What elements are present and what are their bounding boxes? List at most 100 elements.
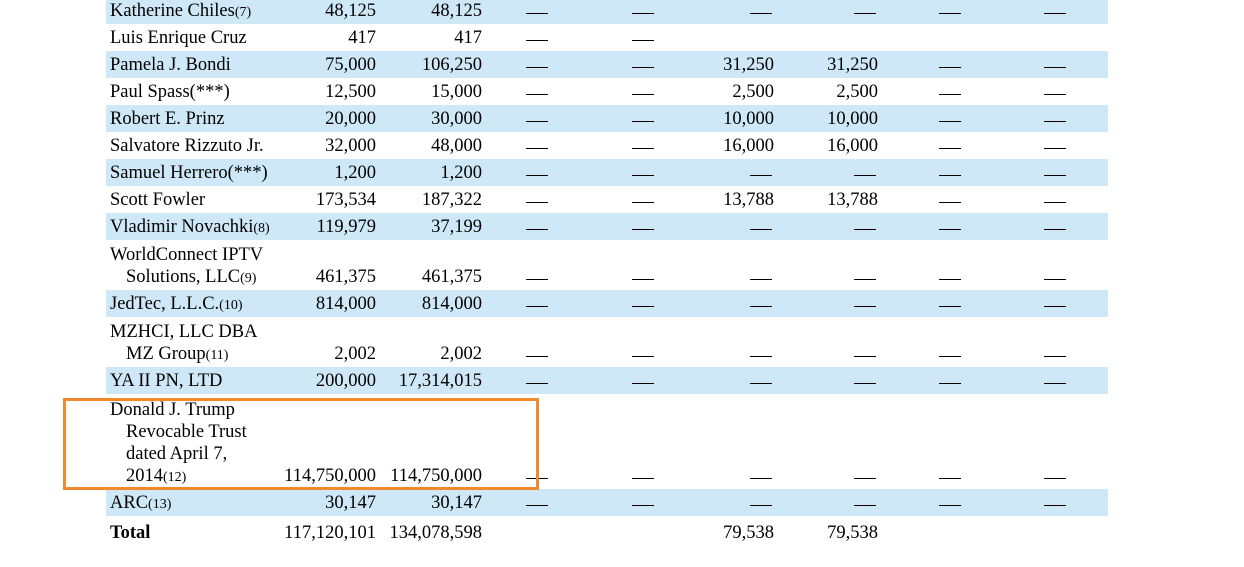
row-name-line: Donald J. Trump <box>110 400 235 420</box>
dash-mark <box>632 279 654 280</box>
dash-mark <box>632 202 654 203</box>
value-c6: 13,788 <box>827 190 878 210</box>
value-c5: 79,538 <box>723 523 774 543</box>
dash-mark <box>632 121 654 122</box>
value-c5: 10,000 <box>723 109 774 129</box>
row-name-line: Vladimir Novachki(8) <box>110 217 270 237</box>
dash-mark <box>750 356 772 357</box>
table-row: JedTec, L.L.C.(10) 814,000 814,000 <box>106 290 1108 317</box>
value-c5: 2,500 <box>732 82 774 102</box>
row-name-line: Katherine Chiles(7) <box>110 1 252 21</box>
value-c6: 10,000 <box>827 109 878 129</box>
value-c1: 48,125 <box>325 1 376 21</box>
table-row: Samuel Herrero(***) 1,200 1,200 <box>106 159 1108 186</box>
value-c6: 2,500 <box>836 82 878 102</box>
dash-mark <box>1044 279 1066 280</box>
value-c2: 1,200 <box>440 163 482 183</box>
dash-mark <box>750 478 772 479</box>
dash-mark <box>854 229 876 230</box>
dash-mark <box>1044 175 1066 176</box>
value-c2: 114,750,000 <box>390 466 482 486</box>
value-c1: 1,200 <box>334 163 376 183</box>
footnote-ref: (7) <box>234 5 252 20</box>
value-c1: 200,000 <box>315 371 376 391</box>
value-c2: 30,000 <box>431 109 482 129</box>
dash-mark <box>1044 121 1066 122</box>
row-name: Luis Enrique Cruz <box>110 27 247 49</box>
table-row: YA II PN, LTD 200,000 17,314,015 <box>106 367 1108 394</box>
row-name: Donald J. Trump Revocable Trust dated Apri… <box>110 399 247 489</box>
dash-mark <box>526 13 548 14</box>
dash-mark <box>526 383 548 384</box>
row-name-line: Solutions, LLC(9) <box>126 267 257 287</box>
value-c1: 417 <box>348 28 376 48</box>
row-name-line: Salvatore Rizzuto Jr. <box>110 136 264 156</box>
dash-mark <box>526 279 548 280</box>
dash-mark <box>939 505 961 506</box>
dash-mark <box>939 383 961 384</box>
dash-mark <box>854 383 876 384</box>
dash-mark <box>750 383 772 384</box>
dash-mark <box>1044 356 1066 357</box>
table-row: Donald J. Trump Revocable Trust dated Apri… <box>106 394 1108 489</box>
row-name-line: Samuel Herrero(***) <box>110 163 268 183</box>
value-c1: 173,534 <box>315 190 376 210</box>
row-name-line: Total <box>110 523 151 543</box>
table-row: WorldConnect IPTV Solutions, LLC(9) 461,37… <box>106 240 1108 290</box>
footnote-ref: (10) <box>219 298 243 313</box>
dash-mark <box>632 94 654 95</box>
value-c1: 12,500 <box>325 82 376 102</box>
dash-mark <box>632 229 654 230</box>
dash-mark <box>526 229 548 230</box>
row-name-line: 2014(12) <box>126 466 187 486</box>
row-name: YA II PN, LTD <box>110 370 222 392</box>
dash-mark <box>939 148 961 149</box>
value-c1: 32,000 <box>325 136 376 156</box>
dash-mark <box>632 505 654 506</box>
row-name: MZHCI, LLC DBA MZ Group(11) <box>110 321 258 367</box>
value-c2: 17,314,015 <box>398 371 482 391</box>
dash-mark <box>854 13 876 14</box>
value-c2: 814,000 <box>421 294 482 314</box>
row-name: JedTec, L.L.C.(10) <box>110 293 243 317</box>
dash-mark <box>526 306 548 307</box>
dash-mark <box>526 148 548 149</box>
dash-mark <box>632 175 654 176</box>
dash-mark <box>526 356 548 357</box>
row-name-line: MZHCI, LLC DBA <box>110 322 258 342</box>
row-name-line: Paul Spass(***) <box>110 82 230 102</box>
row-name-line: MZ Group(11) <box>126 344 229 364</box>
dash-mark <box>939 175 961 176</box>
dash-mark <box>1044 13 1066 14</box>
value-c6: 31,250 <box>827 55 878 75</box>
dash-mark <box>854 478 876 479</box>
footnote-ref: (9) <box>240 271 257 286</box>
dash-mark <box>939 306 961 307</box>
row-name: Total <box>110 522 150 544</box>
dash-mark <box>526 505 548 506</box>
value-c6: 16,000 <box>827 136 878 156</box>
dash-mark <box>1044 306 1066 307</box>
dash-mark <box>854 306 876 307</box>
row-name: Paul Spass(***) <box>110 81 230 103</box>
dash-mark <box>1044 505 1066 506</box>
dash-mark <box>1044 202 1066 203</box>
value-c6: 79,538 <box>827 523 878 543</box>
row-name-line: Scott Fowler <box>110 190 206 210</box>
dash-mark <box>526 121 548 122</box>
value-c2: 461,375 <box>421 267 482 287</box>
value-c5: 13,788 <box>723 190 774 210</box>
value-c2: 48,000 <box>431 136 482 156</box>
dash-mark <box>939 279 961 280</box>
table-row: Salvatore Rizzuto Jr. 32,000 48,000 16,000 1… <box>106 132 1108 159</box>
value-c2: 48,125 <box>431 1 482 21</box>
value-c2: 134,078,598 <box>389 523 483 543</box>
dash-mark <box>526 67 548 68</box>
table-row: Scott Fowler 173,534 187,322 13,788 13,788 <box>106 186 1108 213</box>
dash-mark <box>1044 478 1066 479</box>
dash-mark <box>632 13 654 14</box>
dash-mark <box>632 148 654 149</box>
dash-mark <box>632 383 654 384</box>
value-c2: 106,250 <box>421 55 482 75</box>
value-c1: 814,000 <box>315 294 376 314</box>
